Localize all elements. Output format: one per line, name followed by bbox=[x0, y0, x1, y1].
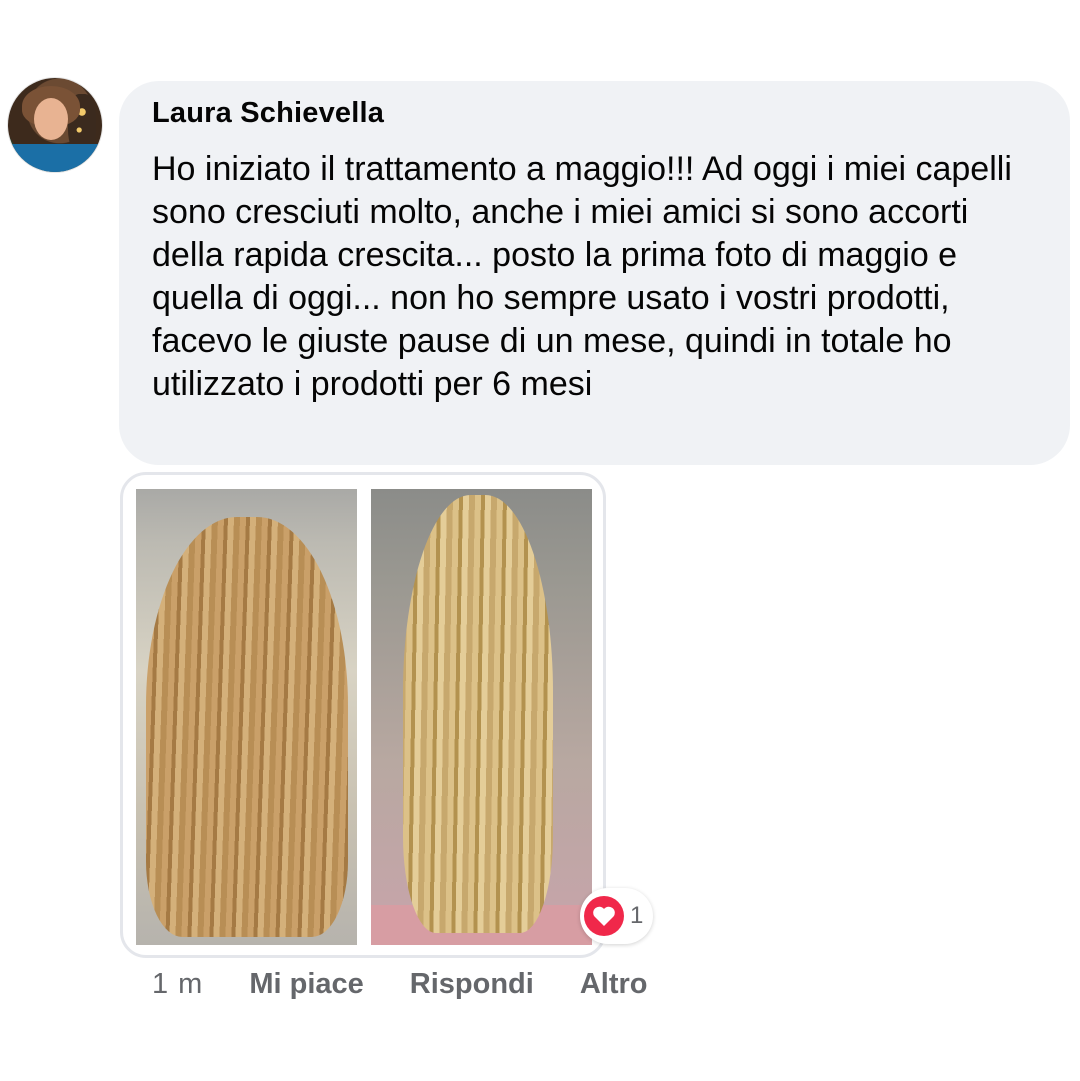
comment-bubble: Laura Schievella Ho iniziato il trattame… bbox=[119, 81, 1070, 465]
comment-author[interactable]: Laura Schievella bbox=[152, 97, 1036, 130]
before-photo bbox=[136, 489, 357, 945]
hair-before bbox=[146, 517, 348, 937]
comment-timestamp[interactable]: 1 m bbox=[152, 968, 203, 1001]
more-button[interactable]: Altro bbox=[580, 968, 648, 1001]
comment-image-attachment[interactable] bbox=[120, 472, 606, 958]
hair-after bbox=[403, 495, 553, 933]
reaction-summary[interactable]: 1 bbox=[580, 888, 654, 944]
reply-button[interactable]: Rispondi bbox=[410, 968, 534, 1001]
avatar[interactable] bbox=[8, 78, 102, 172]
heart-icon bbox=[584, 896, 624, 936]
comment-text: Ho iniziato il trattamento a maggio!!! A… bbox=[152, 150, 1012, 403]
like-button[interactable]: Mi piace bbox=[249, 968, 363, 1001]
profile-frame-banner bbox=[8, 144, 102, 172]
reaction-count: 1 bbox=[630, 902, 644, 929]
avatar-face bbox=[34, 98, 68, 140]
after-photo bbox=[371, 489, 592, 945]
comment-actions: 1 m Mi piace Rispondi Altro bbox=[152, 968, 694, 1001]
